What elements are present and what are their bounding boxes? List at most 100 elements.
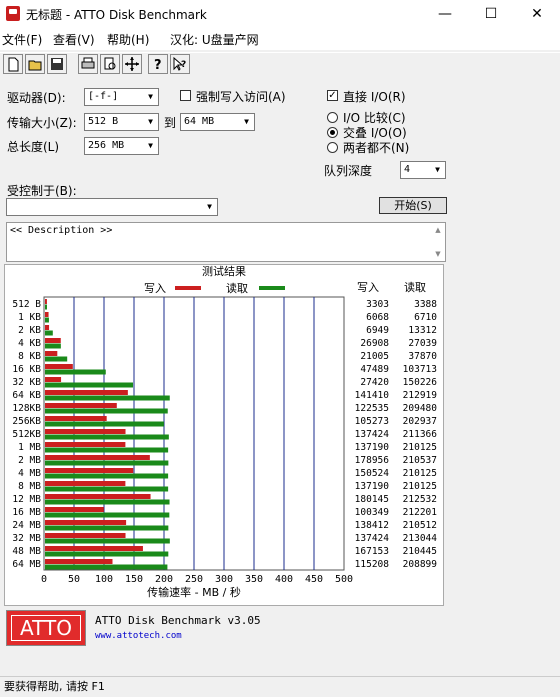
- results-panel: 0 50 100 150 200 250 300 350 400 450 500 传输速率 - MB …: [4, 264, 444, 606]
- legend-write-swatch: [175, 286, 201, 290]
- new-icon[interactable]: [3, 54, 23, 74]
- radio-neither[interactable]: [327, 142, 338, 153]
- svg-text:?: ?: [181, 60, 186, 70]
- move-icon[interactable]: [122, 54, 142, 74]
- y-tick-label: 8 MB: [18, 481, 41, 492]
- print-preview-icon[interactable]: [100, 54, 120, 74]
- bar-read: [45, 304, 47, 310]
- atto-logo: ATTO: [6, 610, 86, 646]
- value-read: 210445: [403, 546, 437, 557]
- bar-write: [45, 520, 127, 525]
- bar-write: [45, 403, 117, 408]
- value-read: 103713: [403, 364, 437, 375]
- bar-read: [45, 421, 164, 427]
- bar-read: [45, 330, 53, 336]
- open-icon[interactable]: [25, 54, 45, 74]
- drive-select[interactable]: [-f-] ▼: [84, 88, 159, 106]
- y-tick-label: 512 B: [12, 299, 41, 310]
- menu-help[interactable]: 帮助(H): [107, 31, 149, 48]
- force-write-checkbox[interactable]: [180, 90, 191, 101]
- y-tick-label: 4 MB: [18, 468, 41, 479]
- value-read: 210125: [403, 442, 437, 453]
- print-icon[interactable]: [78, 54, 98, 74]
- radio-overlap-io[interactable]: [327, 127, 338, 138]
- description-scrollbar[interactable]: ▲ ▼: [432, 224, 444, 260]
- bar-read: [45, 356, 68, 362]
- value-read: 3388: [414, 299, 437, 310]
- value-write: 138412: [355, 520, 389, 531]
- x-tick-label: 300: [215, 574, 233, 585]
- y-tick-label: 48 MB: [12, 546, 41, 557]
- value-read: 37870: [408, 351, 437, 362]
- close-button[interactable]: ✕: [514, 0, 560, 28]
- chevron-down-icon: ▼: [430, 162, 445, 178]
- description-field[interactable]: << Description >>: [6, 222, 446, 262]
- bar-read: [45, 343, 61, 349]
- value-read: 208899: [403, 559, 438, 570]
- value-read: 150226: [403, 377, 438, 388]
- bar-read: [45, 460, 169, 466]
- value-write: 137424: [355, 429, 390, 440]
- value-read: 210125: [403, 481, 437, 492]
- y-tick-label: 32 MB: [12, 533, 41, 544]
- bar-read: [45, 512, 170, 518]
- y-tick-label: 32 KB: [12, 377, 41, 388]
- bar-read: [45, 447, 169, 453]
- x-tick-label: 100: [95, 574, 113, 585]
- bar-write: [45, 455, 150, 460]
- bar-read: [45, 551, 169, 557]
- col-header-read: 读取: [404, 280, 426, 294]
- value-write: 6949: [366, 325, 389, 336]
- results-chart: 0 50 100 150 200 250 300 350 400 450 500 传输速率 - MB …: [12, 265, 438, 599]
- value-write: 141410: [355, 390, 390, 401]
- product-name: ATTO Disk Benchmark v3.05: [95, 614, 261, 627]
- legend-write-label: 写入: [144, 282, 166, 295]
- value-write: 100349: [355, 507, 390, 518]
- chevron-down-icon: ▼: [143, 89, 158, 105]
- total-length-select[interactable]: 256 MB ▼: [84, 137, 159, 155]
- value-write: 180145: [355, 494, 389, 505]
- total-length-label: 总长度(L): [7, 140, 60, 154]
- value-read: 212919: [403, 390, 438, 401]
- bar-read: [45, 369, 106, 375]
- product-url[interactable]: www.attotech.com: [95, 631, 182, 641]
- transfer-from-select[interactable]: 512 B ▼: [84, 113, 159, 131]
- minimize-button[interactable]: —: [422, 0, 468, 28]
- queue-depth-select[interactable]: 4 ▼: [400, 161, 446, 179]
- y-tick-label: 16 MB: [12, 507, 41, 518]
- controlled-by-select[interactable]: ▼: [6, 198, 218, 216]
- value-read: 27039: [408, 338, 437, 349]
- start-button[interactable]: 开始(S): [379, 197, 447, 214]
- svg-text:?: ?: [154, 58, 162, 73]
- save-icon[interactable]: [47, 54, 67, 74]
- value-read: 13312: [408, 325, 437, 336]
- menu-localization[interactable]: 汉化: U盘量产网: [170, 31, 259, 48]
- value-write: 21005: [360, 351, 389, 362]
- bar-write: [45, 494, 151, 499]
- menu-file[interactable]: 文件(F): [2, 31, 42, 48]
- transfer-to-select[interactable]: 64 MB ▼: [180, 113, 255, 131]
- y-tick-label: 12 MB: [12, 494, 41, 505]
- radio-io-compare[interactable]: [327, 112, 338, 123]
- value-read: 6710: [414, 312, 437, 323]
- bar-write: [45, 429, 126, 434]
- value-write: 27420: [360, 377, 389, 388]
- bar-write: [45, 312, 49, 317]
- window-title: 无标题 - ATTO Disk Benchmark: [26, 8, 207, 22]
- maximize-button[interactable]: ☐: [468, 0, 514, 28]
- menu-view[interactable]: 查看(V): [53, 31, 95, 48]
- value-read: 210512: [403, 520, 437, 531]
- value-write: 137424: [355, 533, 390, 544]
- direct-io-checkbox[interactable]: ✓: [327, 90, 338, 101]
- bar-write: [45, 338, 61, 343]
- bar-write: [45, 325, 50, 330]
- x-tick-label: 350: [245, 574, 263, 585]
- help-icon[interactable]: ?: [148, 54, 168, 74]
- bar-write: [45, 507, 104, 512]
- x-tick-label: 500: [335, 574, 353, 585]
- context-help-icon[interactable]: ?: [170, 54, 190, 74]
- bar-write: [45, 390, 128, 395]
- bar-write: [45, 364, 73, 369]
- bar-read: [45, 382, 134, 388]
- force-write-label: 强制写入访问(A): [196, 90, 286, 104]
